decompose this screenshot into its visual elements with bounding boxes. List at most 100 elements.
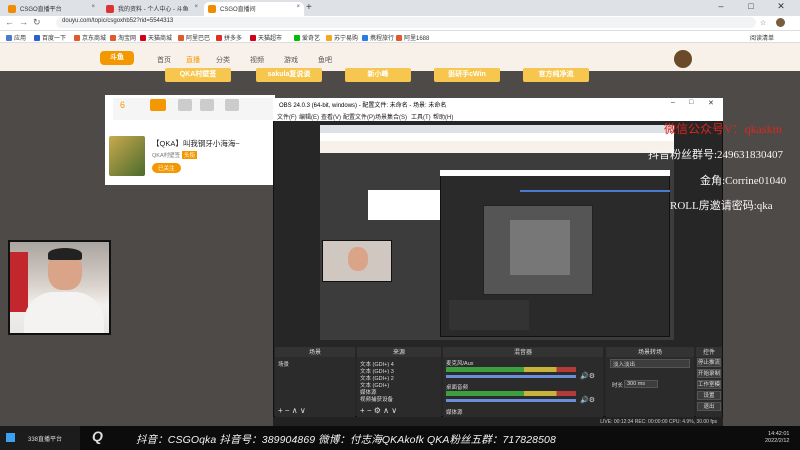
nav-fishbar[interactable]: 鱼吧 (318, 55, 332, 65)
streamer-avatar[interactable] (109, 136, 145, 176)
nav-live[interactable]: 直播 (186, 55, 200, 65)
nav-video[interactable]: 视频 (250, 55, 264, 65)
taskbar-item[interactable]: 338直播平台 (28, 434, 62, 443)
scene-item[interactable]: 场景 (278, 360, 289, 368)
overlay-wechat: 微信公众号V：qkaskm (664, 122, 782, 136)
room-meta: QKA村壁签 (152, 153, 181, 159)
nav-category[interactable]: 分类 (216, 55, 230, 65)
obs-minimize-icon[interactable]: – (671, 99, 675, 106)
speaker-icon[interactable]: 🔊⚙ (580, 396, 595, 404)
close-tab-icon[interactable]: × (91, 4, 95, 10)
menu-file[interactable]: 文件(F) (277, 112, 297, 121)
bookmark-label: 阿里巴巴 (186, 36, 211, 42)
bookmark-label: 携程旅行 (370, 36, 395, 42)
nav-home[interactable]: 首页 (157, 55, 171, 65)
audio-meter (446, 391, 576, 396)
menu-scene-collection[interactable]: 场景集合(S) (375, 112, 407, 121)
preview-site-header (320, 141, 674, 153)
reload-icon[interactable]: ↻ (33, 17, 41, 28)
close-window-icon[interactable]: ✕ (766, 1, 796, 12)
audio-meter (446, 367, 576, 372)
user-avatar[interactable] (674, 50, 692, 68)
bookmark-item[interactable]: 携程旅行 (362, 33, 394, 42)
tab-label: CSGO直播平台 (20, 7, 62, 13)
back-icon[interactable]: ← (5, 17, 14, 27)
stop-stream-button[interactable]: 停止推流 (697, 358, 721, 367)
douyu-favicon (208, 5, 216, 13)
menu-profile[interactable]: 配置文件(P) (343, 112, 375, 121)
bookmark-item[interactable]: 阿里巴巴 (178, 33, 210, 42)
source-add-remove-icons[interactable]: + − ⚙ ∧ ∨ (360, 406, 397, 415)
preview-obs-titlebar (440, 170, 670, 176)
star-icon[interactable]: ☆ (760, 19, 766, 27)
browser-tab-active[interactable]: CSGO直播间 × (204, 2, 304, 16)
close-tab-icon[interactable]: × (296, 4, 300, 10)
bookmark-item[interactable]: 京东商城 (74, 33, 106, 42)
menu-help[interactable]: 帮助(H) (433, 112, 453, 121)
scene-add-remove-icons[interactable]: + − ∧ ∨ (278, 406, 306, 415)
studio-mode-button[interactable]: 工作室模式 (697, 380, 721, 389)
bookmark-item[interactable]: 天猫超市 (250, 33, 282, 42)
forward-icon[interactable]: → (19, 17, 28, 27)
bookmark-item[interactable]: 百度一下 (34, 33, 66, 42)
anchor-tab[interactable]: QKA村壁签 (165, 68, 231, 82)
obs-maximize-icon[interactable]: □ (689, 99, 693, 106)
task-icon[interactable] (200, 99, 214, 111)
preview-docks (449, 300, 529, 330)
volume-slider[interactable] (446, 399, 576, 402)
menu-edit[interactable]: 编辑(E) (299, 112, 319, 121)
start-recording-button[interactable]: 开始录制 (697, 369, 721, 378)
follow-button[interactable]: 已关注 (152, 163, 181, 173)
bookmark-item[interactable]: 淘宝网 (110, 33, 136, 42)
anchor-tab[interactable]: 新小峰 (345, 68, 411, 82)
speaker-icon[interactable]: 🔊⚙ (580, 372, 595, 380)
bookmark-item[interactable]: 天猫商城 (140, 33, 172, 42)
profile-avatar[interactable] (776, 18, 785, 27)
bookmark-label: 天猫商城 (148, 36, 173, 42)
browser-tab[interactable]: 我的资料 - 个人中心 - 斗鱼 × (102, 2, 202, 16)
menu-tools[interactable]: 工具(T) (411, 112, 431, 121)
browser-tab[interactable]: CSGO直播平台 × (4, 2, 99, 16)
windows-start-icon[interactable] (6, 433, 15, 442)
douyu-logo[interactable]: 斗鱼 (100, 51, 134, 65)
reading-list[interactable]: 阅读清单 (750, 33, 774, 42)
anchor-tab[interactable]: sakula复说谈 (256, 68, 322, 82)
volume-slider[interactable] (446, 375, 576, 378)
bookmark-item[interactable]: 阿里1688 (396, 33, 429, 42)
gaming-chair (10, 252, 28, 312)
favicon (106, 5, 114, 13)
close-tab-icon[interactable]: × (194, 4, 198, 10)
preview-address-bar (320, 133, 674, 141)
calendar-icon[interactable] (225, 99, 239, 111)
qka-logo: Q (92, 428, 103, 444)
bookmark-item[interactable]: 爱奇艺 (294, 33, 320, 42)
clock-date: 2022/2/12 (765, 438, 790, 444)
sources-dock-title: 来源 (357, 347, 441, 357)
box-icon[interactable] (178, 99, 192, 111)
obs-close-icon[interactable]: ✕ (708, 99, 714, 107)
transition-select[interactable]: 淡入淡出 (610, 359, 690, 368)
anchor-tab[interactable]: 官方纯净流 (523, 68, 589, 82)
bookmark-item[interactable]: 苏宁易购 (326, 33, 358, 42)
streamer-hair (48, 248, 82, 260)
minimize-icon[interactable]: – (706, 1, 736, 11)
menu-view[interactable]: 查看(V) (321, 112, 341, 121)
preview-accent-line (520, 190, 670, 192)
reading-list-label: 阅读清单 (750, 36, 775, 42)
settings-button[interactable]: 设置 (697, 391, 721, 400)
exit-button[interactable]: 退出 (697, 402, 721, 411)
new-tab-button[interactable]: + (306, 2, 312, 13)
anchor-tab[interactable]: 狙研手cWin (434, 68, 500, 82)
maximize-icon[interactable]: □ (736, 1, 766, 11)
bookmark-item[interactable]: 应用 (6, 33, 26, 42)
nav-game[interactable]: 游戏 (284, 55, 298, 65)
stats-strip (113, 98, 273, 120)
bookmark-label: 淘宝网 (118, 36, 137, 42)
bookmark-item[interactable]: 拼多多 (216, 33, 242, 42)
url-input[interactable]: douyu.com/topic/csgoxhb52?rid=5544313 (56, 17, 756, 28)
duration-input[interactable]: 300 ms (624, 380, 658, 388)
mixer-channel-label: 媒体源 (446, 410, 463, 416)
preview-room-card (368, 190, 440, 220)
source-item[interactable]: 视频捕获设备 (360, 395, 393, 403)
gift-icon[interactable] (150, 99, 166, 111)
